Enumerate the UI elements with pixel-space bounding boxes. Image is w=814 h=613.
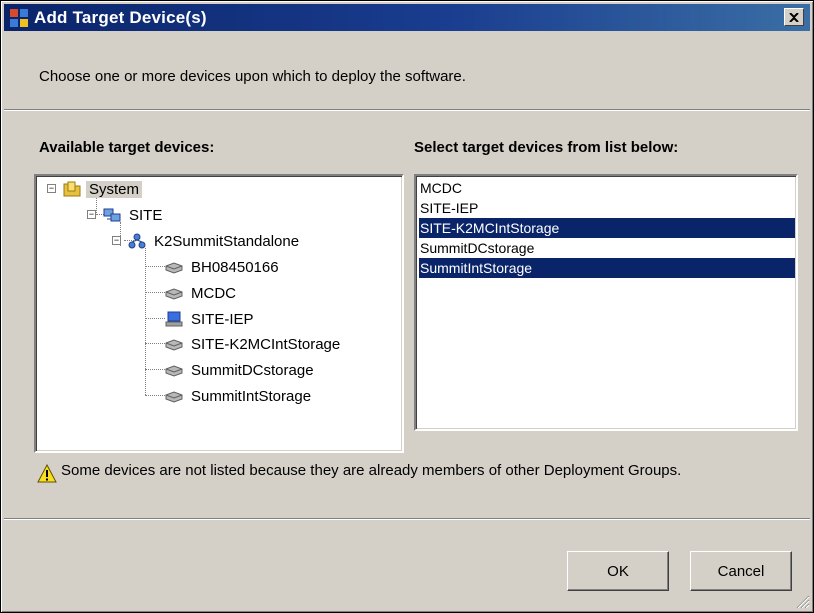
tree-node-site-k2mcintstorage[interactable]: SITE-K2MCIntStorage [165, 333, 343, 355]
storage-device-icon [165, 365, 183, 377]
tree-node-mcdc[interactable]: MCDC [165, 282, 239, 304]
storage-device-icon [165, 288, 183, 300]
warning-icon [37, 464, 57, 483]
collapse-k2summit-button[interactable]: − [112, 236, 121, 245]
tree-line [145, 248, 146, 395]
storage-device-icon [165, 391, 183, 403]
cancel-button[interactable]: Cancel [690, 551, 792, 591]
collapse-system-button[interactable]: − [47, 184, 56, 193]
tree-line [145, 369, 165, 370]
tree-node-bh08450166[interactable]: BH08450166 [165, 256, 282, 278]
title-bar[interactable]: Add Target Device(s) [4, 4, 810, 31]
tree-node-label: System [86, 180, 143, 198]
available-devices-label: Available target devices: [39, 139, 215, 156]
tree-node-label: MCDC [191, 284, 236, 302]
tree-node-label: SummitDCstorage [191, 361, 314, 379]
list-item-summitintstorage[interactable]: SummitIntStorage [419, 258, 795, 278]
tree-node-system[interactable]: System [63, 178, 143, 200]
site-network-icon [103, 208, 121, 222]
list-item-site-k2mcintstorage[interactable]: SITE-K2MCIntStorage [419, 218, 795, 238]
tree-node-summitdcstorage[interactable]: SummitDCstorage [165, 359, 317, 381]
tree-node-site-iep[interactable]: SITE-IEP [165, 308, 257, 330]
storage-device-icon [165, 339, 183, 351]
app-icon [10, 9, 28, 27]
tree-line [145, 343, 165, 344]
network-group-icon [128, 233, 146, 249]
list-item-mcdc[interactable]: MCDC [419, 178, 808, 198]
tree-node-site[interactable]: SITE [103, 204, 165, 226]
computer-icon [165, 311, 183, 327]
tree-line [96, 198, 97, 215]
collapse-site-button[interactable]: − [87, 210, 96, 219]
close-button[interactable] [784, 8, 804, 26]
tree-node-label: SITE-IEP [191, 310, 254, 328]
warning-text: Some devices are not listed because they… [61, 462, 682, 479]
resize-grip-icon[interactable] [794, 593, 810, 609]
tree-node-label: SITE-K2MCIntStorage [191, 335, 341, 353]
tree-node-label: BH08450166 [191, 258, 279, 276]
tree-line [145, 395, 165, 396]
close-icon [789, 12, 799, 22]
tree-node-label: SITE [129, 206, 163, 224]
tree-line [145, 292, 165, 293]
tree-line [145, 318, 165, 319]
select-devices-label: Select target devices from list below: [414, 139, 679, 156]
tree-line [145, 266, 165, 267]
ok-button[interactable]: OK [567, 551, 669, 591]
tree-node-summitintstorage[interactable]: SummitIntStorage [165, 385, 314, 407]
folder-icon [63, 181, 81, 197]
add-target-device-dialog: Add Target Device(s) Choose one or more … [0, 0, 814, 613]
available-devices-tree[interactable]: − − − System SITE K2SummitStandalone BH0… [34, 174, 404, 453]
tree-node-label: SummitIntStorage [191, 387, 312, 405]
list-item-summitdcstorage[interactable]: SummitDCstorage [419, 238, 808, 258]
target-devices-listbox[interactable]: MCDC SITE-IEP SITE-K2MCIntStorage Summit… [414, 174, 798, 431]
footer-divider [4, 518, 810, 520]
storage-device-icon [165, 262, 183, 274]
list-item-site-iep[interactable]: SITE-IEP [419, 198, 808, 218]
tree-node-label: K2SummitStandalone [154, 232, 300, 250]
instruction-text: Choose one or more devices upon which to… [39, 68, 466, 85]
window-title: Add Target Device(s) [34, 8, 207, 27]
tree-node-k2summitstandalone[interactable]: K2SummitStandalone [128, 230, 302, 252]
